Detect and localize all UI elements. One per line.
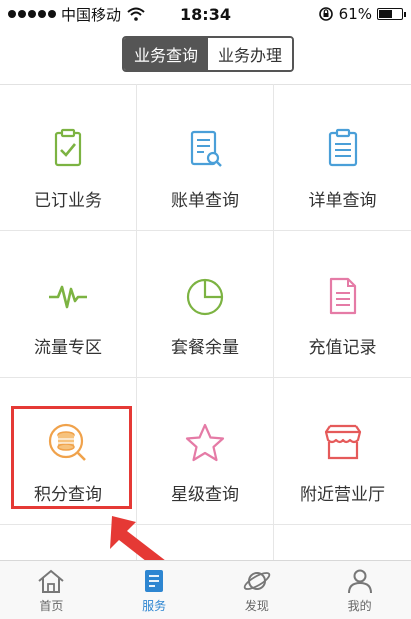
document-icon [329,277,356,315]
tab-label: 服务 [142,598,167,613]
grid-item-nearby-hall[interactable]: 附近营业厅 [274,378,411,524]
battery-percent: 61% [338,5,372,23]
grid-item-subscribed[interactable]: 已订业务 [0,84,137,230]
grid-item-label: 套餐余量 [171,338,239,358]
grid-item-label: 附近营业厅 [300,485,385,505]
grid-item-label: 充值记录 [308,338,377,358]
battery-icon [377,8,406,20]
grid-item-package-balance[interactable]: 套餐余量 [137,231,274,377]
query-segment-control: 业务查询 业务办理 [122,36,294,72]
grid-item-data-zone[interactable]: 流量专区 [0,231,137,377]
pie-chart-icon [186,278,224,316]
tab-label: 我的 [347,598,372,613]
store-icon [324,424,361,460]
grid-row: 已订业务 账单查询 详单查询 [0,84,411,231]
clipboard-check-icon [54,128,82,167]
carrier-name: 中国移动 [61,5,122,24]
tab-mine[interactable]: 我的 [308,561,411,619]
grid-item-label: 详单查询 [308,191,377,211]
coin-search-icon [48,423,86,461]
planet-icon [243,571,271,590]
grid-item-bill-query[interactable]: 账单查询 [137,84,274,230]
signal-strength-icon [8,10,56,18]
rotation-lock-icon [318,7,333,21]
tab-service[interactable]: 服务 [103,561,206,619]
grid-row: 流量专区 套餐余量 充值记录 [0,231,411,378]
bill-search-icon [190,130,222,167]
grid-item-label: 已订业务 [34,191,102,211]
grid-item-detail-query[interactable]: 详单查询 [274,84,411,230]
wifi-icon [127,7,145,21]
grid-row [0,525,411,567]
tab-label: 发现 [244,598,269,613]
tab-home[interactable]: 首页 [0,561,103,619]
star-icon [185,423,225,462]
grid-item-label: 积分查询 [34,485,102,505]
grid-item-recharge-record[interactable]: 充值记录 [274,231,411,377]
user-icon [347,569,372,593]
detail-list-icon [328,128,357,167]
tab-business-query[interactable]: 业务查询 [124,38,208,70]
grid-item-points-query[interactable]: 积分查询 [0,378,137,524]
grid-row: 积分查询 星级查询 附近营业厅 [0,378,411,525]
tab-label: 首页 [39,598,64,613]
home-icon [38,569,65,593]
tab-business-handle[interactable]: 业务办理 [208,38,292,70]
status-bar: 中国移动 18:34 61% [0,0,411,28]
tab-discover[interactable]: 发现 [206,561,309,619]
grid-item-label: 流量专区 [34,338,102,358]
pulse-icon [49,285,87,309]
grid-item-label: 星级查询 [171,485,239,505]
grid-item-star-query[interactable]: 星级查询 [137,378,274,524]
grid-item-label: 账单查询 [171,191,239,211]
service-grid: 已订业务 账单查询 详单查询 流量专区 套餐余量 充值记录 积分查询 星级查询 … [0,84,411,567]
bottom-tab-bar: 首页 服务 发现 我的 [0,560,411,619]
service-icon [145,569,164,592]
